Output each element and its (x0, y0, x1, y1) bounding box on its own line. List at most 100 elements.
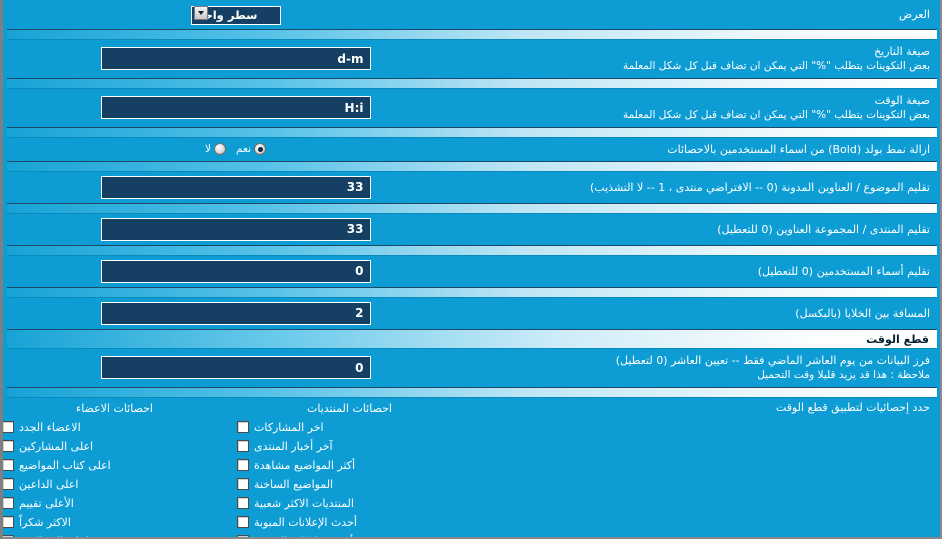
checkbox-unchecked-icon[interactable] (237, 440, 249, 452)
radio-label: نعم (236, 143, 251, 155)
timecut-stats-selector: حدد إحصائيات لتطبيق قطع الوقت احصائات ال… (3, 398, 940, 538)
setting-label-text: العرض (898, 7, 930, 21)
setting-label-text: المسافة بين الخلايا (بالبكسل) (795, 306, 930, 320)
remove-bold-radio-yes[interactable]: نعم (236, 143, 266, 155)
setting-label-text: تقليم أسماء المستخدمين (0 للتعطيل) (757, 264, 930, 278)
checkbox-unchecked-icon[interactable] (237, 478, 249, 490)
trim-topic-titles-input[interactable] (100, 175, 371, 199)
setting-label-text: فرز البيانات من يوم العاشر الماضي فقط --… (615, 353, 930, 367)
checkbox-row[interactable]: أكثر المواضيع مشاهدة (235, 456, 464, 475)
setting-row-remove-bold: ازالة نمط بولد (Bold) من اسماء المستخدمي… (3, 138, 940, 161)
checkbox-unchecked-icon[interactable] (237, 535, 249, 537)
stats-column-member: احصائات الاعضاء الاعضاء الجدد اعلى المشا… (3, 400, 229, 538)
checkbox-row[interactable]: الاكثر شكراً (3, 513, 229, 532)
checkbox-unchecked-icon[interactable] (237, 421, 249, 433)
setting-row-trim-forum-titles: تقليم المنتدى / المجموعة العناوين (0 للت… (3, 214, 940, 245)
checkbox-row[interactable]: الاعضاء الجدد (3, 418, 229, 437)
remove-bold-radio-no[interactable]: لا (205, 143, 227, 155)
setting-label-timecut-days: فرز البيانات من يوم العاشر الماضي فقط --… (464, 353, 934, 383)
checkbox-unchecked-icon[interactable] (237, 497, 249, 509)
setting-label-trim-usernames: تقليم أسماء المستخدمين (0 للتعطيل) (464, 264, 934, 279)
date-format-input[interactable] (100, 47, 371, 70)
setting-label-text: صيغة التاريخ (874, 44, 930, 58)
setting-label-date-format: صيغة التاريخ بعض التكوينات يتطلب "%" الت… (464, 44, 934, 74)
stats-column-forum: احصائات المنتديات اخر المشاركات آخر أخبا… (229, 400, 464, 538)
setting-control-trim-topic-titles (7, 175, 464, 199)
setting-control-trim-forum-titles (7, 217, 464, 241)
divider (7, 126, 937, 138)
checkbox-label: اعلى المشاركين (19, 439, 94, 453)
checkbox-label: أخر مشاركات المدونة (254, 532, 353, 538)
checkbox-row[interactable]: أحدث الإعلانات المبوبة (235, 513, 464, 532)
divider (7, 202, 937, 214)
checkbox-label: الاكثر شكراً (19, 515, 71, 529)
checkbox-label: اعلى المخالفين (19, 532, 89, 538)
setting-label-text: تقليم المنتدى / المجموعة العناوين (0 للت… (717, 222, 930, 236)
checkbox-label: اخر المشاركات (254, 420, 324, 434)
setting-control-remove-bold: نعم لا (7, 143, 464, 155)
checkbox-unchecked-icon[interactable] (237, 459, 249, 471)
time-format-input[interactable] (100, 96, 371, 119)
trim-usernames-input[interactable] (100, 259, 371, 283)
checkbox-row[interactable]: المواضيع الساخنة (235, 475, 464, 494)
checkbox-unchecked-icon[interactable] (3, 440, 14, 452)
setting-row-trim-usernames: تقليم أسماء المستخدمين (0 للتعطيل) (3, 256, 940, 287)
checkbox-label: اعلى كتاب المواضيع (19, 458, 111, 472)
setting-control-trim-usernames (7, 259, 464, 283)
display-select-wrap: سطر واحد (190, 4, 281, 25)
checkbox-unchecked-icon[interactable] (3, 459, 14, 471)
checkbox-unchecked-icon[interactable] (237, 516, 249, 528)
stats-column-title: احصائات الاعضاء (76, 401, 153, 415)
checkbox-unchecked-icon[interactable] (3, 516, 14, 528)
checkbox-row[interactable]: اعلى كتاب المواضيع (3, 456, 229, 475)
checkbox-unchecked-icon[interactable] (3, 478, 14, 490)
setting-label-display: العرض (464, 7, 934, 22)
divider (7, 244, 937, 256)
setting-row-timecut-days: فرز البيانات من يوم العاشر الماضي فقط --… (3, 349, 940, 387)
radio-label: لا (205, 143, 212, 155)
checkbox-row[interactable]: اخر المشاركات (235, 418, 464, 437)
settings-panel: العرض سطر واحد صيغة التاريخ بعض التكوينا… (0, 0, 942, 539)
checkbox-row[interactable]: المنتديات الاكثر شعبية (235, 494, 464, 513)
radio-unselected-icon[interactable] (214, 143, 227, 155)
checkbox-row[interactable]: اعلى المخالفين (3, 532, 229, 538)
timecut-days-input[interactable] (100, 356, 371, 379)
setting-label-time-format: صيغة الوقت بعض التكوينات يتطلب "%" التي … (464, 93, 934, 123)
divider (7, 28, 937, 40)
remove-bold-radio-group: نعم لا (205, 143, 266, 155)
checkbox-label: أحدث الإعلانات المبوبة (254, 515, 357, 529)
cell-spacing-input[interactable] (100, 301, 371, 325)
checkbox-label: أكثر المواضيع مشاهدة (254, 458, 356, 472)
divider (7, 77, 937, 89)
setting-label-remove-bold: ازالة نمط بولد (Bold) من اسماء المستخدمي… (464, 142, 934, 157)
checkbox-unchecked-icon[interactable] (3, 421, 14, 433)
setting-label-hint: بعض التكوينات يتطلب "%" التي يمكن ان تضا… (622, 108, 930, 121)
radio-selected-icon[interactable] (254, 143, 266, 155)
checkbox-label: الاعضاء الجدد (19, 420, 81, 434)
stats-column-title: احصائات المنتديات (307, 401, 392, 415)
setting-control-timecut-days (7, 356, 464, 379)
checkbox-row[interactable]: اعلى المشاركين (3, 437, 229, 456)
setting-row-date-format: صيغة التاريخ بعض التكوينات يتطلب "%" الت… (3, 40, 940, 78)
checkbox-unchecked-icon[interactable] (3, 497, 14, 509)
setting-label-text: تقليم الموضوع / العناوين المدونة (0 -- ا… (590, 180, 930, 194)
setting-label-text: صيغة الوقت (874, 93, 930, 107)
checkbox-unchecked-icon[interactable] (3, 535, 14, 537)
checkbox-row[interactable]: آخر أخبار المنتدى (235, 437, 464, 456)
setting-label-text: ازالة نمط بولد (Bold) من اسماء المستخدمي… (667, 142, 930, 156)
setting-label-hint: بعض التكوينات يتطلب "%" التي يمكن ان تضا… (622, 59, 930, 72)
setting-label-trim-forum-titles: تقليم المنتدى / المجموعة العناوين (0 للت… (464, 222, 934, 237)
setting-label-cell-spacing: المسافة بين الخلايا (بالبكسل) (464, 306, 934, 321)
setting-row-time-format: صيغة الوقت بعض التكوينات يتطلب "%" التي … (3, 89, 940, 127)
checkbox-row[interactable]: اعلى الداعين (3, 475, 229, 494)
trim-forum-titles-input[interactable] (100, 217, 371, 241)
setting-label-trim-topic-titles: تقليم الموضوع / العناوين المدونة (0 -- ا… (464, 180, 934, 195)
checkbox-label: المواضيع الساخنة (254, 477, 334, 491)
display-select[interactable]: سطر واحد (190, 5, 281, 25)
section-title-text: قطع الوقت (866, 332, 929, 346)
checkbox-row[interactable]: الأعلى تقييم (3, 494, 229, 513)
setting-control-time-format (7, 96, 464, 119)
checkbox-label: الأعلى تقييم (19, 496, 74, 510)
setting-row-trim-topic-titles: تقليم الموضوع / العناوين المدونة (0 -- ا… (3, 172, 940, 203)
checkbox-row[interactable]: أخر مشاركات المدونة (235, 532, 464, 538)
